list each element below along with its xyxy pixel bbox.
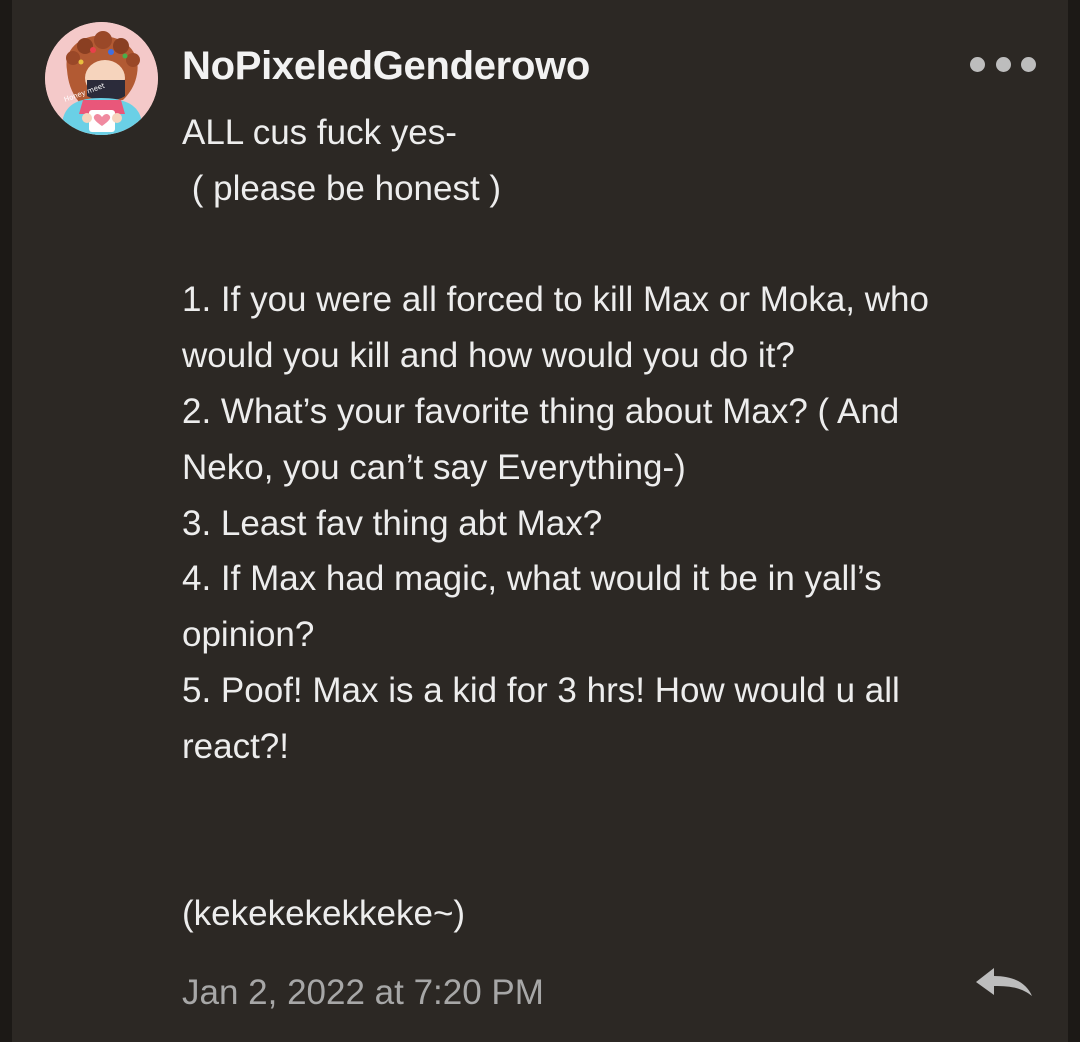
more-options-icon [970,56,985,72]
message-line: 2. What’s your favorite thing about Max?… [182,391,900,431]
reply-icon [976,968,1032,996]
post-card: Honey meet NoPixeledGenderowo ALL cus fu… [0,0,1080,1042]
message-line: would you kill and how would you do it? [182,336,795,376]
avatar-image: Honey meet [45,22,158,135]
timestamp: Jan 2, 2022 at 7:20 PM [182,973,544,1012]
message-line: 4. If Max had magic, what would it be in… [182,559,882,599]
avatar[interactable]: Honey meet [45,22,158,135]
message-line: ALL cus fuck yes- [182,113,457,152]
more-options-button[interactable] [970,52,1036,76]
message-body: ALL cus fuck yes- ( please be honest ) 1… [182,105,1032,942]
left-edge [0,0,12,1042]
message-line: Neko, you can’t say Everything-) [182,447,686,487]
reply-button[interactable] [972,964,1036,1004]
message-line [182,217,1032,273]
message-line [182,775,1032,831]
message-line: opinion? [182,615,315,655]
message-line: 5. Poof! Max is a kid for 3 hrs! How wou… [182,670,900,710]
right-edge [1068,0,1080,1042]
message-line: ( please be honest ) [182,168,502,208]
username[interactable]: NoPixeledGenderowo [182,40,590,92]
message-line [182,830,1032,886]
message-line: (kekekekekkeke~) [182,894,466,934]
more-options-icon-dot [1021,56,1036,72]
message-line: react?! [182,726,289,766]
message-line: 3. Least fav thing abt Max? [182,503,603,543]
more-options-icon-dot [995,56,1011,72]
message-line: 1. If you were all forced to kill Max or… [182,280,929,320]
